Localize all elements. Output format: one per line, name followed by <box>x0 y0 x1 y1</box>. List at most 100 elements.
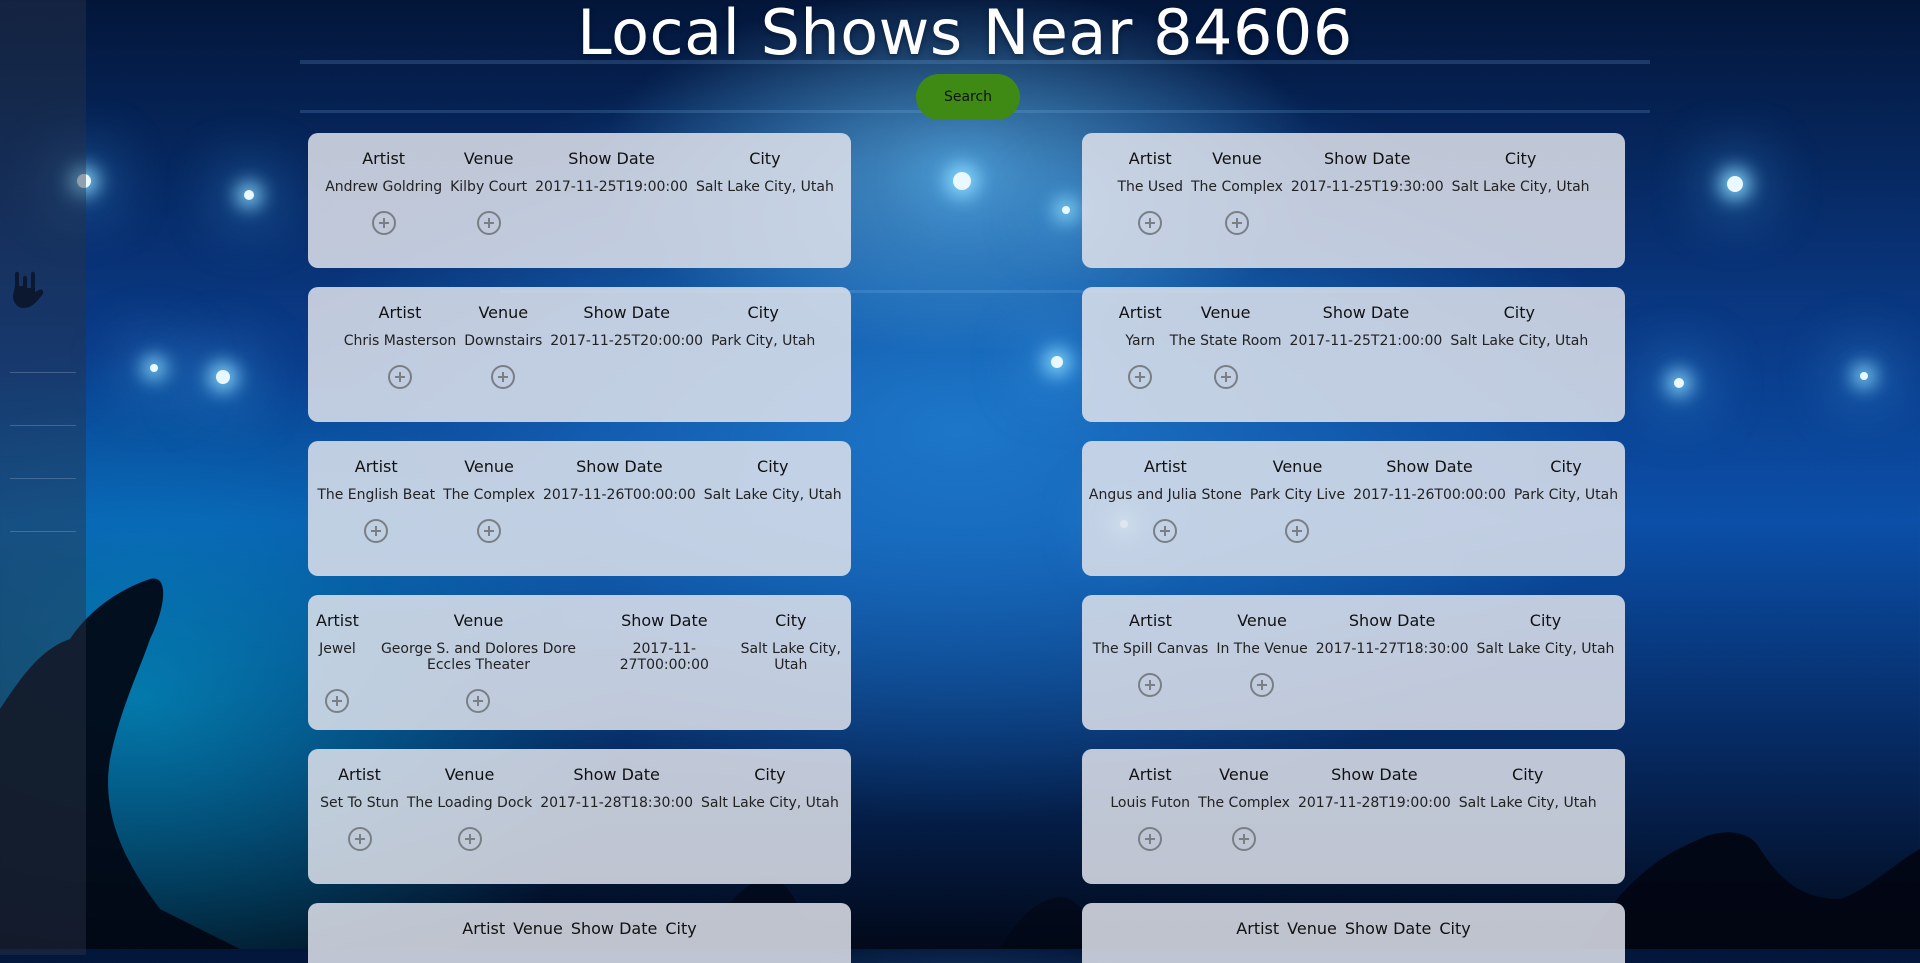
add-venue-cell <box>363 673 594 717</box>
crowd-silhouette <box>0 578 1920 949</box>
sidebar-item-1[interactable] <box>10 320 76 373</box>
rock-hand-icon[interactable] <box>8 268 50 314</box>
cell-city: Salt Lake City, Utah <box>1476 641 1615 657</box>
header-venue: Venue <box>1287 919 1337 938</box>
cell-city: Salt Lake City, Utah <box>703 487 842 503</box>
add-venue-cell <box>460 349 546 393</box>
sidebar-nav <box>10 320 76 532</box>
header-date: Show Date <box>621 611 708 630</box>
sidebar-item-2[interactable] <box>10 373 76 426</box>
cell-date: 2017-11-26T00:00:00 <box>1353 487 1506 503</box>
cell-artist: The Spill Canvas <box>1092 641 1209 657</box>
add-artist-plus-circle-icon[interactable] <box>1138 673 1163 697</box>
cell-artist: Andrew Goldring <box>325 179 443 195</box>
show-card: Artist Venue Show Date City Yarn The State Ro… <box>1082 287 1625 422</box>
header-city: City <box>1550 457 1582 476</box>
show-table: Artist Venue Show Date City Angus and Julia … <box>1085 457 1622 547</box>
add-artist-plus-circle-icon[interactable] <box>1153 519 1178 543</box>
add-venue-cell <box>1194 811 1294 855</box>
header-venue: Venue <box>478 303 529 322</box>
header-artist: Artist <box>362 149 406 168</box>
add-venue-plus-circle-icon[interactable] <box>476 211 501 235</box>
cell-city: Park City, Utah <box>1513 487 1619 503</box>
add-venue-plus-circle-icon[interactable] <box>1213 365 1238 389</box>
cell-venue: The Complex <box>1198 795 1290 811</box>
cell-artist: Chris Masterson <box>343 333 457 349</box>
add-venue-plus-circle-icon[interactable] <box>1250 673 1275 697</box>
add-venue-plus-circle-icon[interactable] <box>1232 827 1257 851</box>
add-venue-plus-circle-icon[interactable] <box>1224 211 1249 235</box>
cell-date: 2017-11-25T19:30:00 <box>1290 179 1444 195</box>
header-date: Show Date <box>1348 611 1436 630</box>
add-venue-plus-circle-icon[interactable] <box>477 519 502 543</box>
cell-city: Park City, Utah <box>711 333 816 349</box>
sidebar-item-4[interactable] <box>10 479 76 532</box>
header-venue: Venue <box>1219 765 1269 784</box>
add-artist-cell <box>1085 503 1246 547</box>
show-table: Artist Venue Show Date City Chris Masterson D… <box>340 303 820 393</box>
search-button[interactable]: Search <box>916 74 1020 120</box>
add-artist-plus-circle-icon[interactable] <box>347 827 372 851</box>
cell-artist: Angus and Julia Stone <box>1088 487 1242 503</box>
header-venue: Venue <box>464 457 514 476</box>
header-artist: Artist <box>1128 149 1172 168</box>
header-date: Show Date <box>573 765 660 784</box>
show-table: Artist Venue Show Date City Yarn The State Ro… <box>1115 303 1592 393</box>
header-date: Show Date <box>1386 457 1473 476</box>
page-title: Local Shows Near 84606 <box>577 0 1353 69</box>
add-artist-plus-circle-icon[interactable] <box>371 211 396 235</box>
header-artist: Artist <box>1129 611 1172 630</box>
header-date: Show Date <box>583 303 670 322</box>
add-artist-plus-circle-icon[interactable] <box>1128 365 1153 389</box>
header-artist: Artist <box>462 919 506 938</box>
sidebar-item-3[interactable] <box>10 426 76 479</box>
cell-city: Salt Lake City, Utah <box>1458 795 1597 811</box>
header-date: Show Date <box>576 457 663 476</box>
cell-venue: In The Venue <box>1216 641 1308 657</box>
add-artist-cell <box>340 349 461 393</box>
header-venue: Venue <box>453 611 504 630</box>
header-city: City <box>775 611 807 630</box>
show-card: Artist Venue Show Date City The English Beat… <box>308 441 851 576</box>
add-artist-plus-circle-icon[interactable] <box>364 519 389 543</box>
add-artist-plus-circle-icon[interactable] <box>1138 211 1163 235</box>
add-venue-plus-circle-icon[interactable] <box>466 689 491 713</box>
cell-city: Salt Lake City, Utah <box>1450 333 1589 349</box>
show-table: Artist Venue Show Date City Set To Stun The L… <box>316 765 843 855</box>
cell-city: Salt Lake City, Utah <box>701 795 839 811</box>
header-artist: Artist <box>1143 457 1187 476</box>
header-artist: Artist <box>1236 919 1280 938</box>
show-card: Artist Venue Show Date City <box>1082 903 1625 963</box>
header-city: City <box>1504 149 1537 168</box>
header-date: Show Date <box>1322 303 1410 322</box>
header-city: City <box>1503 303 1535 322</box>
show-card: Artist Venue Show Date City Andrew Goldring K… <box>308 133 851 268</box>
add-venue-cell <box>1212 657 1311 701</box>
show-card: Artist Venue Show Date City The Spill Canvas… <box>1082 595 1625 730</box>
show-table: Artist Venue Show Date City The Used The Comp… <box>1113 149 1593 239</box>
show-table: Artist Venue Show Date City Jewel George S. a… <box>312 611 847 717</box>
show-card: Artist Venue Show Date City <box>308 903 851 963</box>
add-venue-plus-circle-icon[interactable] <box>457 827 482 851</box>
header-date: Show Date <box>570 919 658 938</box>
add-artist-cell <box>1106 811 1194 855</box>
cell-venue: The Complex <box>443 487 535 503</box>
header-venue: Venue <box>1272 457 1323 476</box>
add-artist-cell <box>312 673 363 717</box>
add-venue-plus-circle-icon[interactable] <box>491 365 516 389</box>
cell-date: 2017-11-25T21:00:00 <box>1289 333 1443 349</box>
add-artist-plus-circle-icon[interactable] <box>387 365 412 389</box>
header-artist: Artist <box>338 765 381 784</box>
cell-city: Salt Lake City, Utah <box>1451 179 1590 195</box>
add-artist-plus-circle-icon[interactable] <box>325 689 350 713</box>
add-venue-plus-circle-icon[interactable] <box>1285 519 1310 543</box>
header-city: City <box>754 765 786 784</box>
show-card: Artist Venue Show Date City Louis Futon The C… <box>1082 749 1625 884</box>
add-artist-plus-circle-icon[interactable] <box>1138 827 1163 851</box>
header-artist: Artist <box>316 611 359 630</box>
cell-artist: Yarn <box>1125 333 1156 349</box>
header-venue: Venue <box>444 765 495 784</box>
add-artist-cell <box>313 503 439 547</box>
add-artist-cell <box>1115 349 1166 393</box>
show-table: Artist Venue Show Date City <box>1232 919 1474 949</box>
